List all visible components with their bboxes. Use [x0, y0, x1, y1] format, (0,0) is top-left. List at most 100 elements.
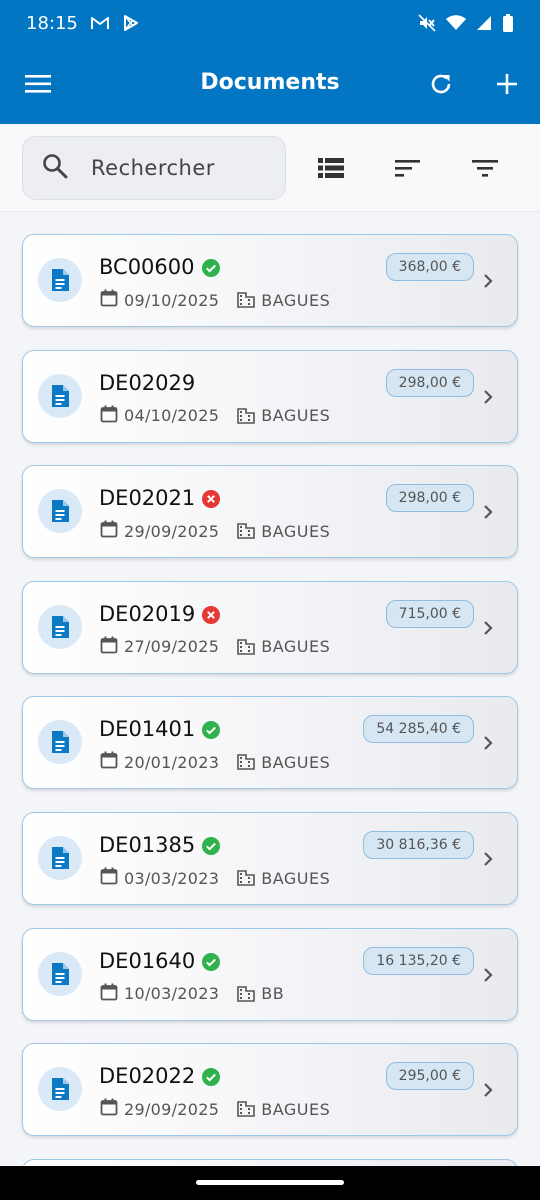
building-icon [237, 985, 256, 1002]
document-icon [38, 373, 82, 418]
document-icon [38, 489, 82, 534]
building-icon [237, 523, 256, 539]
building-icon [237, 407, 256, 424]
document-card[interactable]: DE02021 29/09/2025 BAGUES 298,00 € [22, 465, 518, 559]
toolbar: Rechercher [0, 124, 540, 212]
calendar-icon [100, 751, 118, 773]
document-entity: BAGUES [261, 406, 331, 426]
document-card[interactable]: DE01401 20/01/2023 BAGUES 54 285,40 € [22, 696, 518, 790]
document-card[interactable]: DE02029 04/10/2025 BAGUES 298,00 € [22, 349, 518, 443]
document-code-row: DE02019 [99, 601, 221, 626]
building-icon [237, 1101, 256, 1117]
validated-icon [202, 952, 221, 971]
document-code-row: DE02022 [99, 1064, 221, 1089]
chevron-right-icon[interactable] [479, 387, 497, 407]
document-meta: 03/03/2023 BAGUES [100, 867, 330, 889]
document-meta: 27/09/2025 BAGUES [100, 636, 330, 658]
filter-icon[interactable] [469, 152, 501, 184]
mute-icon [418, 14, 436, 32]
sort-icon[interactable] [392, 152, 424, 184]
chevron-right-icon[interactable] [479, 271, 497, 291]
document-entity: BAGUES [261, 1099, 331, 1119]
document-meta: 29/09/2025 BAGUES [100, 1098, 330, 1120]
gmail-icon [90, 15, 110, 31]
battery-icon [502, 14, 514, 32]
document-date: 03/03/2023 [124, 868, 220, 888]
calendar-icon [100, 289, 118, 311]
page-title: Documents [200, 70, 340, 95]
calendar-icon [100, 867, 118, 889]
amount-badge: 54 285,40 € [363, 715, 474, 744]
document-icon [38, 604, 82, 649]
status-time: 18:15 [26, 12, 78, 34]
document-code: BC00600 [99, 255, 195, 279]
document-card[interactable]: BC00600 09/10/2025 BAGUES 368,00 € [22, 234, 518, 327]
play-store-icon [122, 14, 140, 32]
document-meta: 09/10/2025 BAGUES [100, 289, 330, 311]
document-code: DE02021 [99, 486, 196, 511]
document-date: 29/09/2025 [124, 521, 220, 541]
calendar-icon [100, 1098, 118, 1120]
chevron-right-icon[interactable] [479, 733, 497, 753]
document-card[interactable]: DE02022 29/09/2025 BAGUES 295,00 € [22, 1043, 518, 1137]
chevron-right-icon[interactable] [479, 1080, 497, 1100]
document-code-row: DE02029 [99, 371, 195, 395]
document-code-row: DE01401 [99, 717, 221, 741]
search-placeholder: Rechercher [91, 156, 215, 180]
app-bar: Documents [0, 46, 540, 124]
document-card[interactable]: DE01640 10/03/2023 BB 16 135,20 € [22, 927, 518, 1021]
validated-icon [201, 258, 220, 277]
rejected-icon [202, 605, 221, 624]
system-nav-bar [0, 1166, 540, 1200]
amount-badge: 715,00 € [385, 599, 474, 628]
validated-icon [202, 836, 221, 855]
document-list: BC00600 09/10/2025 BAGUES 368,00 € DE02029 04… [0, 212, 540, 1166]
chevron-right-icon[interactable] [479, 965, 497, 985]
amount-badge: 298,00 € [385, 484, 474, 513]
document-date: 20/01/2023 [124, 752, 220, 772]
document-code: DE02029 [99, 370, 196, 395]
document-meta: 04/10/2025 BAGUES [100, 405, 330, 427]
document-meta: 10/03/2023 BB [100, 983, 284, 1005]
document-entity: BAGUES [261, 752, 331, 772]
document-card[interactable] [22, 1158, 518, 1166]
document-code: DE01640 [99, 948, 196, 973]
calendar-icon [100, 405, 118, 427]
document-icon [38, 836, 82, 880]
document-entity: BB [261, 984, 285, 1004]
building-icon [237, 870, 256, 886]
amount-badge: 298,00 € [385, 368, 474, 397]
document-entity: BAGUES [261, 868, 331, 888]
document-entity: BAGUES [261, 637, 331, 657]
calendar-icon [100, 636, 118, 658]
signal-icon [476, 15, 492, 31]
chevron-right-icon[interactable] [479, 618, 497, 638]
validated-icon [202, 1067, 221, 1087]
document-code: DE02022 [99, 1064, 196, 1089]
chevron-right-icon[interactable] [479, 502, 497, 522]
amount-badge: 16 135,20 € [363, 946, 474, 975]
list-view-icon[interactable] [315, 152, 347, 184]
chevron-right-icon[interactable] [479, 849, 497, 869]
amount-badge: 30 816,36 € [363, 831, 474, 859]
status-bar: 18:15 [0, 0, 540, 46]
document-code: DE02019 [99, 601, 196, 626]
document-icon [38, 1067, 82, 1112]
document-card[interactable]: DE02019 27/09/2025 BAGUES 715,00 € [22, 580, 518, 674]
amount-badge: 368,00 € [385, 253, 474, 281]
rejected-icon [202, 489, 221, 509]
document-card[interactable]: DE01385 03/03/2023 BAGUES 30 816,36 € [22, 812, 518, 905]
document-code-row: DE01640 [99, 948, 221, 973]
document-entity: BAGUES [261, 290, 331, 310]
validated-icon [202, 720, 221, 740]
document-date: 10/03/2023 [124, 984, 220, 1004]
refresh-icon[interactable] [423, 66, 459, 102]
document-icon [38, 720, 82, 765]
document-date: 09/10/2025 [124, 290, 220, 310]
add-icon[interactable] [489, 66, 525, 102]
home-handle[interactable] [196, 1180, 344, 1185]
search-input[interactable]: Rechercher [22, 136, 286, 200]
document-meta: 20/01/2023 BAGUES [100, 751, 330, 773]
document-entity: BAGUES [261, 521, 331, 541]
document-code-row: BC00600 [99, 255, 220, 279]
